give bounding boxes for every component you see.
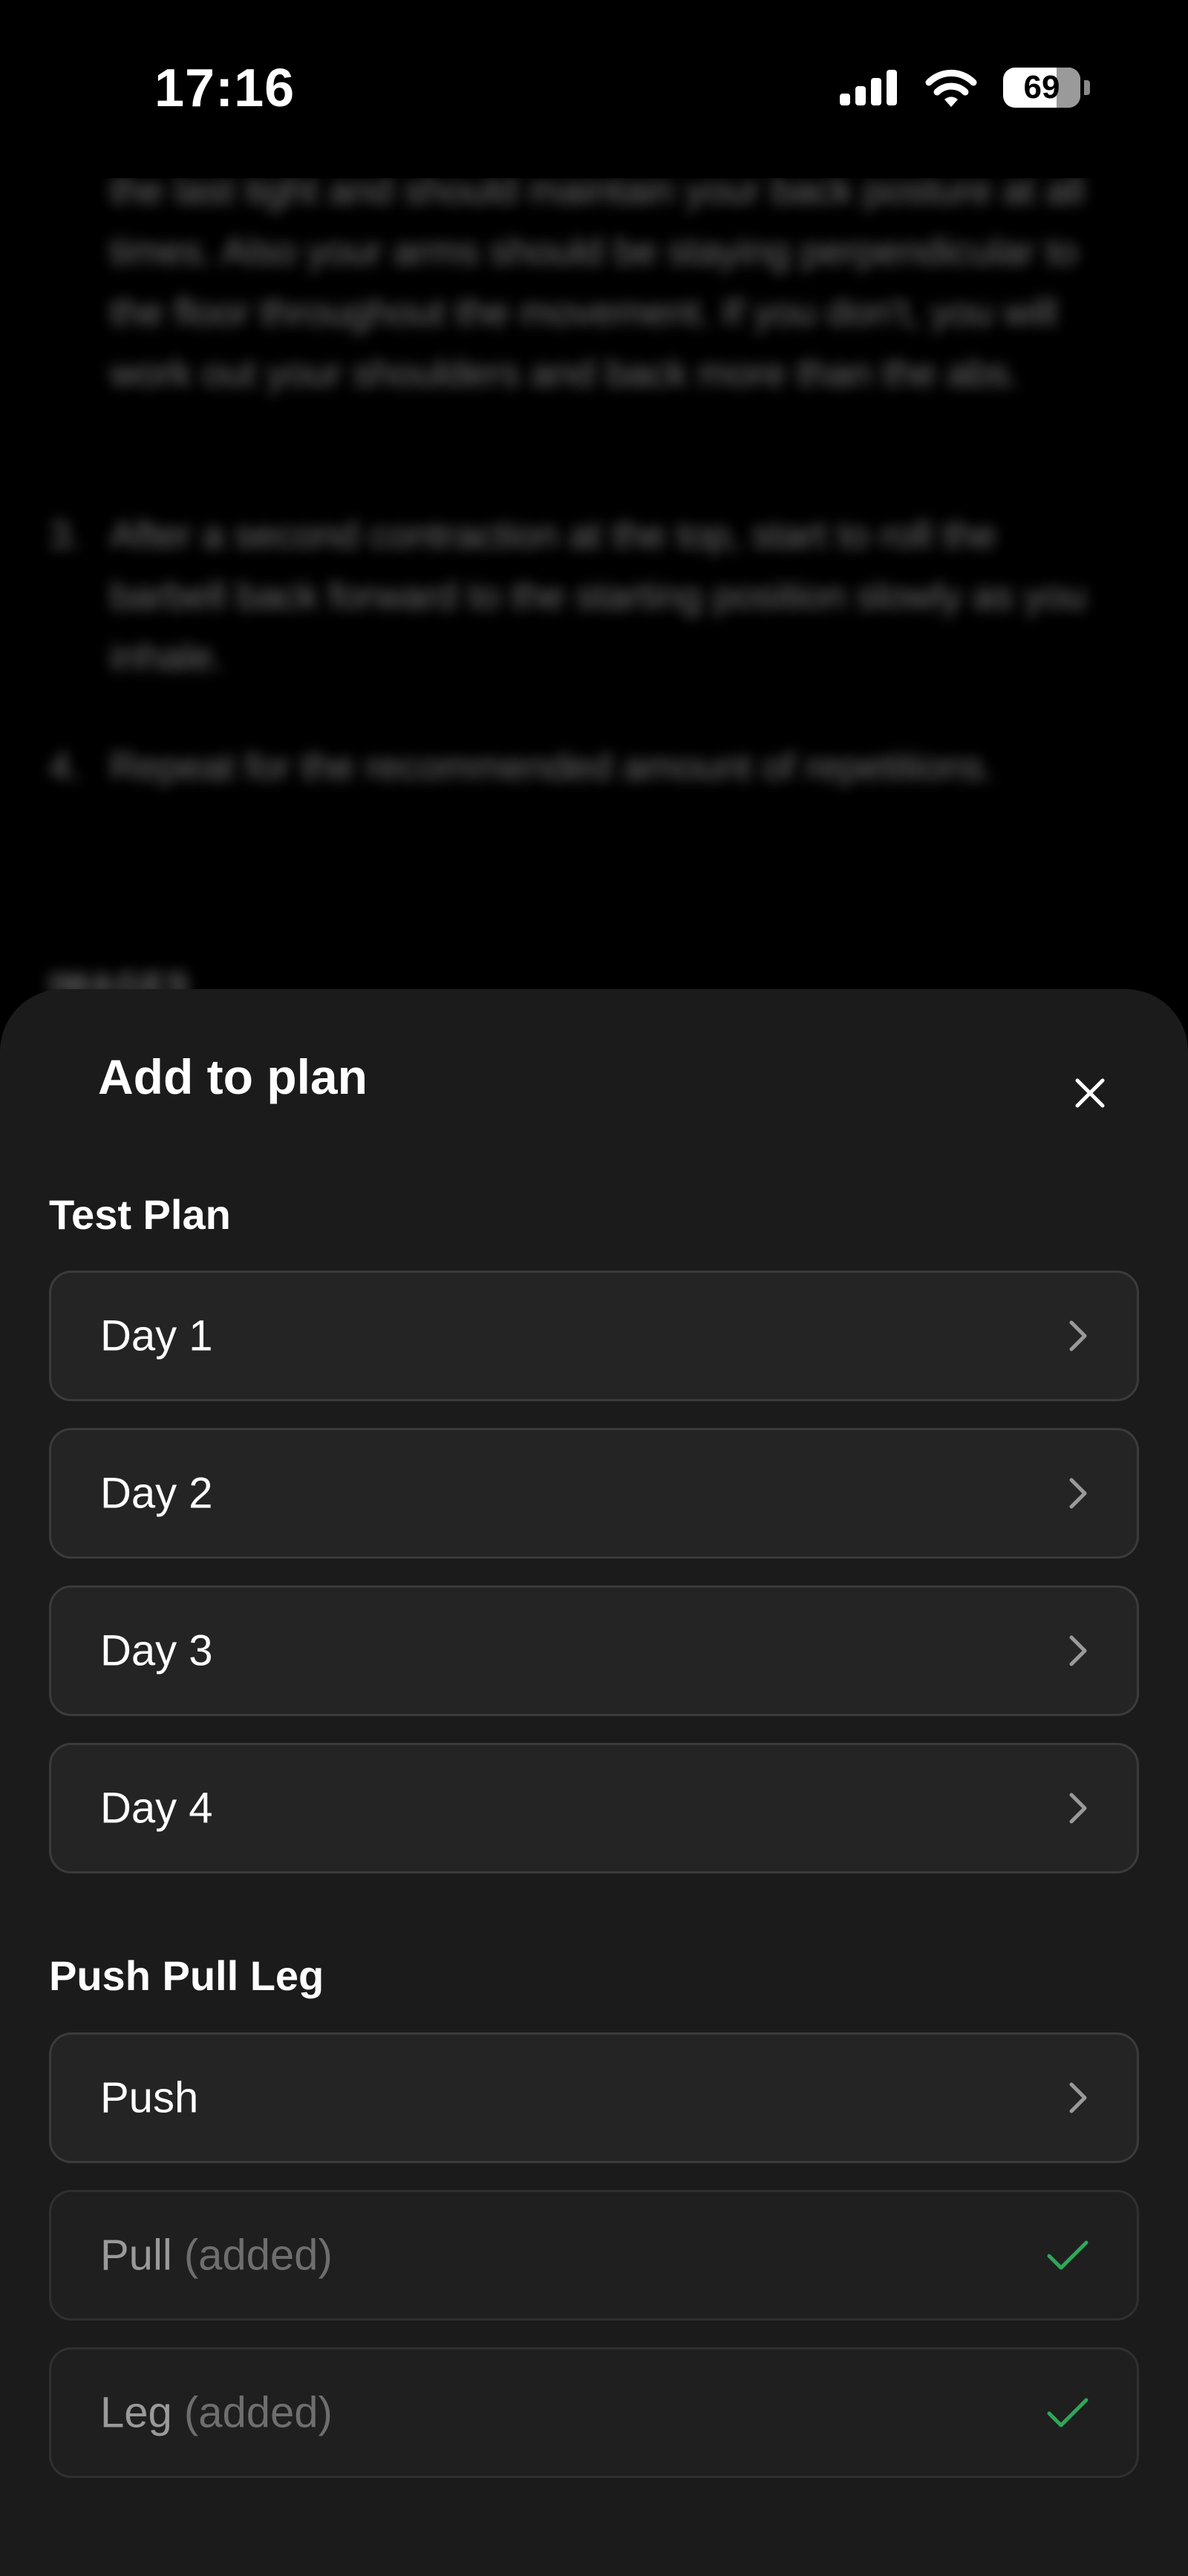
sheet-title: Add to plan: [98, 1049, 368, 1104]
cellular-signal-icon: [840, 70, 897, 105]
plan-day-option[interactable]: Day 2: [49, 1428, 1139, 1559]
plan-title-test-plan: Test Plan: [49, 1191, 231, 1238]
battery-indicator: 69: [1003, 68, 1080, 108]
status-bar: 17:16 69: [0, 0, 1188, 178]
option-label: Push: [100, 2073, 199, 2122]
close-icon: [1075, 1078, 1105, 1108]
option-label: Leg (added): [100, 2388, 333, 2437]
option-label: Day 3: [100, 1626, 213, 1675]
plan-day-option[interactable]: Day 1: [49, 1271, 1139, 1401]
check-icon: [1047, 2240, 1089, 2270]
instruction-text: After a second contraction at the top, s…: [110, 514, 1087, 679]
option-label: Day 1: [100, 1311, 213, 1360]
battery-percent: 69: [1023, 69, 1060, 105]
plan-day-option[interactable]: Push: [49, 2032, 1139, 2163]
chevron-right-icon: [1069, 1320, 1087, 1351]
plan-day-option-added: Leg (added): [49, 2347, 1139, 2478]
option-label: Day 4: [100, 1784, 213, 1833]
plan-title-push-pull-leg: Push Pull Leg: [49, 1952, 324, 1999]
plan-day-option-added: Pull (added): [49, 2190, 1139, 2321]
added-note: (added): [183, 2231, 333, 2280]
instruction-text: Repeat for the recommended amount of rep…: [110, 746, 994, 789]
option-label: Pull (added): [100, 2231, 333, 2280]
wifi-icon: [925, 69, 977, 107]
background-article: the last tight and should maintain your …: [0, 169, 1188, 1040]
add-to-plan-sheet: Add to plan Test Plan Day 1 Day 2 Day 3 …: [0, 989, 1188, 2576]
chevron-right-icon: [1069, 1793, 1087, 1824]
step-number: 4.: [49, 746, 82, 789]
check-icon: [1047, 2398, 1089, 2427]
plan-day-option[interactable]: Day 3: [49, 1585, 1139, 1716]
close-button[interactable]: [1060, 1063, 1120, 1123]
chevron-right-icon: [1069, 1478, 1087, 1509]
status-icons: 69: [840, 65, 1090, 110]
instruction-text: the last tight and should maintain your …: [110, 169, 1085, 395]
plan-day-option[interactable]: Day 4: [49, 1743, 1139, 1874]
option-label: Day 2: [100, 1469, 213, 1518]
battery-icon: 69: [1003, 68, 1090, 108]
status-time: 17:16: [154, 59, 296, 118]
added-note: (added): [183, 2388, 333, 2437]
step-number: 3.: [49, 514, 82, 557]
chevron-right-icon: [1069, 1635, 1087, 1666]
chevron-right-icon: [1069, 2082, 1087, 2113]
